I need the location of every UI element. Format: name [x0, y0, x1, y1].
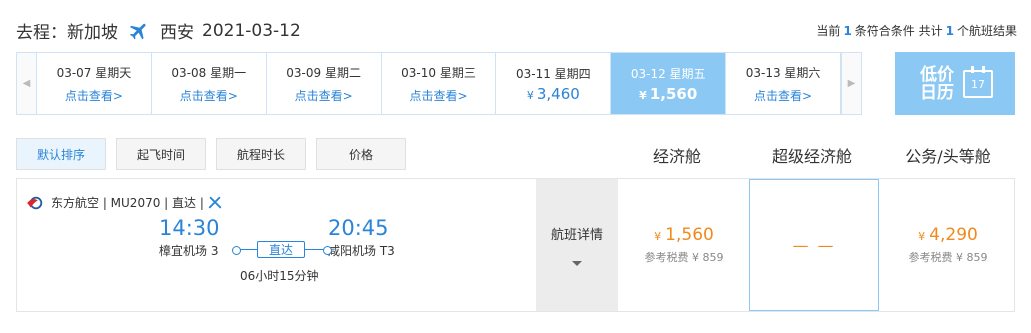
business-tax: 参考税费 ¥ 859 — [908, 251, 988, 264]
tools-icon — [208, 196, 222, 208]
calendar-icon: 17 — [963, 65, 993, 98]
chevron-down-icon — [572, 261, 582, 266]
flight-details-label: 航班详情 — [550, 228, 603, 243]
cabin-header-economy: 经济舱 — [652, 147, 701, 166]
date-cell[interactable]: 03-09 星期二 点击查看> — [267, 53, 382, 114]
sort-default-button[interactable]: 默认排序 — [16, 138, 106, 170]
economy-price-cell[interactable]: ¥1,560 参考税费 ¥ 859 — [619, 179, 749, 311]
sort-tabs: 默认排序 起飞时间 航程时长 价格 — [16, 138, 416, 170]
prev-dates-button[interactable]: ◀ — [17, 53, 37, 114]
cabin-header-business: 公务/头等舱 — [905, 147, 991, 166]
low-price-calendar-button[interactable]: 低价日历 17 — [895, 52, 1015, 115]
premium-economy-price-cell: — — — [749, 179, 879, 311]
date-price: ¥1,560 — [639, 84, 698, 103]
airline-info: 东方航空 | MU2070 | 直达 | — [25, 194, 222, 211]
business-price-cell[interactable]: ¥4,290 参考税费 ¥ 859 — [883, 179, 1013, 311]
cabin-header-premium-economy: 超级经济舱 — [771, 147, 852, 166]
route-header: 去程：新加坡 西安 2021-03-12 — [16, 18, 301, 44]
low-price-calendar-label: 低价日历 — [920, 64, 954, 103]
next-dates-button[interactable]: ▶ — [841, 53, 861, 114]
date-link[interactable]: 点击查看> — [409, 87, 467, 104]
date-price: ¥3,460 — [526, 84, 580, 103]
flight-details-button[interactable]: 航班详情 — [536, 179, 618, 311]
departure-time: 14:30 — [159, 216, 220, 240]
china-eastern-logo-icon — [27, 196, 43, 209]
date-cell[interactable]: 03-11 星期四 ¥3,460 — [496, 53, 612, 114]
arrival-airport: 咸阳机场 T3 — [328, 244, 395, 258]
date-link[interactable]: 点击查看> — [295, 87, 353, 104]
date-cell[interactable]: 03-08 星期一 点击查看> — [152, 53, 267, 114]
sort-price-button[interactable]: 价格 — [316, 138, 406, 170]
flight-duration: 06小时15分钟 — [240, 269, 319, 283]
premium-economy-unavailable: — — — [792, 235, 836, 255]
flight-card: 东方航空 | MU2070 | 直达 | 14:30 20:45 樟宜机场 3 … — [16, 178, 1015, 312]
date-cell[interactable]: 03-07 星期天 点击查看> — [37, 53, 152, 114]
route-origin: 去程：新加坡 — [16, 23, 118, 43]
arrival-time: 20:45 — [328, 216, 389, 240]
airplane-icon — [129, 23, 146, 39]
economy-price: ¥1,560 — [654, 225, 714, 245]
sort-departure-time-button[interactable]: 起飞时间 — [116, 138, 206, 170]
date-link[interactable]: 点击查看> — [65, 87, 123, 104]
date-strip: ◀ 03-07 星期天 点击查看> 03-08 星期一 点击查看> 03-09 … — [16, 52, 862, 115]
economy-tax: 参考税费 ¥ 859 — [644, 251, 724, 264]
business-price: ¥4,290 — [918, 225, 978, 245]
sort-duration-button[interactable]: 航程时长 — [216, 138, 306, 170]
route-destination: 西安 — [160, 23, 194, 43]
date-link[interactable]: 点击查看> — [180, 87, 238, 104]
result-count: 当前 1 条符合条件 共计 1 个航班结果 — [816, 24, 1017, 38]
date-link[interactable]: 点击查看> — [754, 87, 812, 104]
match-count: 1 — [843, 24, 852, 38]
departure-airport: 樟宜机场 3 — [159, 244, 219, 258]
date-cell[interactable]: 03-13 星期六 点击查看> — [726, 53, 841, 114]
total-count: 1 — [945, 24, 954, 38]
route-date: 2021-03-12 — [202, 20, 301, 41]
date-cell[interactable]: 03-10 星期三 点击查看> — [382, 53, 497, 114]
date-cell-selected[interactable]: 03-12 星期五 ¥1,560 — [611, 53, 727, 114]
direct-badge: 直达 — [257, 241, 305, 258]
